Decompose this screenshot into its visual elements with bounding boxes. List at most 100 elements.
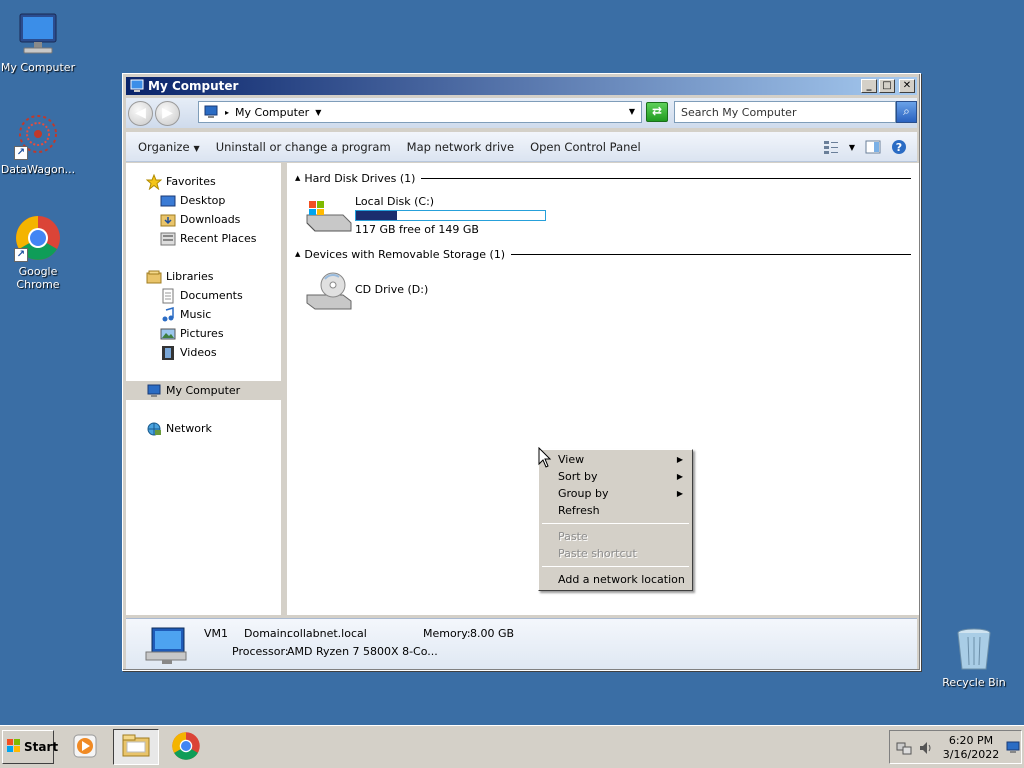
start-button[interactable]: Start xyxy=(2,730,58,764)
group-hard-disk-drives[interactable]: ▲ Hard Disk Drives (1) xyxy=(295,171,911,185)
media-player-icon xyxy=(71,732,99,763)
breadcrumb-my-computer[interactable]: My Computer xyxy=(235,106,309,119)
maximize-button[interactable]: □ xyxy=(879,79,895,93)
organize-button[interactable]: Organize ▼ xyxy=(138,140,200,154)
nav-recent-places[interactable]: Recent Places xyxy=(126,229,281,248)
map-network-drive-button[interactable]: Map network drive xyxy=(407,140,514,154)
collapse-icon[interactable]: ▲ xyxy=(295,174,300,182)
drive-name: Local Disk (C:) xyxy=(355,195,435,208)
volume-icon[interactable] xyxy=(918,740,934,759)
recent-places-icon xyxy=(160,231,176,247)
breadcrumb-chevron-icon[interactable]: ▼ xyxy=(315,108,321,117)
svg-text:?: ? xyxy=(896,141,902,154)
document-icon xyxy=(160,288,176,304)
address-bar[interactable]: ▸ My Computer ▼ ▼ xyxy=(198,101,642,123)
network-icon xyxy=(146,421,162,437)
nav-pictures[interactable]: Pictures xyxy=(126,324,281,343)
cd-drive-icon xyxy=(303,269,353,313)
help-icon[interactable]: ? xyxy=(891,139,907,155)
back-button[interactable]: ◀ xyxy=(128,100,153,126)
computer-name: VM1 xyxy=(204,627,229,640)
submenu-arrow-icon: ▶ xyxy=(676,472,683,481)
command-bar: Organize ▼ Uninstall or change a program … xyxy=(126,132,917,162)
libraries-icon xyxy=(146,269,162,285)
nav-libraries[interactable]: Libraries xyxy=(126,267,281,286)
view-dropdown-icon[interactable]: ▼ xyxy=(849,143,855,152)
drive-usage-bar xyxy=(355,210,546,221)
hard-drive-icon xyxy=(303,193,353,237)
nav-desktop[interactable]: Desktop xyxy=(126,191,281,210)
pictures-icon xyxy=(160,326,176,342)
refresh-button[interactable]: ⇄ xyxy=(646,102,668,122)
drive-usage-fill xyxy=(356,211,397,220)
domain-value: collabnet.local xyxy=(287,627,367,640)
open-control-panel-button[interactable]: Open Control Panel xyxy=(530,140,641,154)
desktop-icon-label: Google Chrome xyxy=(16,265,60,291)
search-input[interactable]: Search My Computer xyxy=(674,101,896,123)
menu-item-add-network-location[interactable]: Add a network location xyxy=(540,571,691,588)
nav-favorites[interactable]: Favorites xyxy=(126,172,281,191)
nav-downloads[interactable]: Downloads xyxy=(126,210,281,229)
desktop-icon-my-computer[interactable]: My Computer xyxy=(0,10,78,74)
address-dropdown-icon[interactable]: ▼ xyxy=(629,107,635,116)
drive-name: CD Drive (D:) xyxy=(355,283,429,296)
memory-value: 8.00 GB xyxy=(470,627,515,640)
mouse-cursor-icon xyxy=(538,446,552,472)
videos-icon xyxy=(160,345,176,361)
taskbar-media-player[interactable] xyxy=(62,729,108,765)
menu-item-group-by[interactable]: Group by ▶ xyxy=(540,485,691,502)
drive-local-disk-c[interactable]: Local Disk (C:) 117 GB free of 149 GB xyxy=(303,193,546,237)
forward-button[interactable]: ▶ xyxy=(155,100,180,126)
submenu-arrow-icon: ▶ xyxy=(676,489,683,498)
collapse-icon[interactable]: ▲ xyxy=(295,250,300,258)
computer-icon xyxy=(130,79,144,93)
context-menu: View ▶ Sort by ▶ Group by ▶ Refresh Paste P… xyxy=(538,449,693,591)
group-divider xyxy=(511,253,911,255)
recycle-bin-icon xyxy=(950,625,998,673)
desktop-icon-chrome[interactable]: ↗ Google Chrome xyxy=(0,214,78,291)
title-bar[interactable]: My Computer _ □ ✕ xyxy=(126,77,917,95)
nav-my-computer[interactable]: My Computer xyxy=(126,381,281,400)
taskbar-explorer[interactable] xyxy=(113,729,159,765)
desktop-icon xyxy=(160,193,176,209)
uninstall-program-button[interactable]: Uninstall or change a program xyxy=(216,140,391,154)
menu-separator xyxy=(542,566,689,567)
desktop-icon-recycle-bin[interactable]: Recycle Bin xyxy=(934,625,1014,689)
clock[interactable]: 6:20 PM 3/16/2022 xyxy=(938,734,1004,762)
desktop-icon-datawagon[interactable]: ↗ DataWagon... xyxy=(0,112,78,176)
processor-label: Processor: xyxy=(232,645,289,658)
chrome-icon xyxy=(171,731,201,764)
show-desktop-icon[interactable] xyxy=(1006,740,1020,757)
drive-free-space: 117 GB free of 149 GB xyxy=(355,223,479,236)
computer-icon xyxy=(144,626,190,666)
windows-logo-icon xyxy=(6,738,22,757)
minimize-button[interactable]: _ xyxy=(861,79,877,93)
breadcrumb-separator[interactable]: ▸ xyxy=(225,108,229,117)
taskbar-chrome[interactable] xyxy=(163,729,209,765)
nav-music[interactable]: Music xyxy=(126,305,281,324)
music-icon xyxy=(160,306,176,323)
drive-cd-d[interactable]: CD Drive (D:) xyxy=(303,269,428,313)
nav-network[interactable]: Network xyxy=(126,419,281,438)
group-removable-storage[interactable]: ▲ Devices with Removable Storage (1) xyxy=(295,247,911,261)
change-view-icon[interactable] xyxy=(823,139,839,155)
menu-item-view[interactable]: View ▶ xyxy=(540,451,691,468)
address-row: ◀ ▶ ▸ My Computer ▼ ▼ ⇄ Search My Comput… xyxy=(126,98,917,128)
menu-item-refresh[interactable]: Refresh xyxy=(540,502,691,519)
nav-documents[interactable]: Documents xyxy=(126,286,281,305)
memory-label: Memory: xyxy=(423,627,471,640)
taskbar: Start 6:20 PM 3/16/2022 xyxy=(0,725,1024,768)
clock-time: 6:20 PM xyxy=(948,734,994,747)
details-pane: VM1 Domain: collabnet.local Memory: 8.00… xyxy=(126,618,917,669)
search-icon[interactable]: ⌕ xyxy=(896,101,917,123)
explorer-window: My Computer _ □ ✕ ◀ ▶ ▸ My Computer ▼ ▼ … xyxy=(122,73,921,671)
submenu-arrow-icon: ▶ xyxy=(676,455,683,464)
downloads-folder-icon xyxy=(160,212,176,228)
preview-pane-icon[interactable] xyxy=(865,139,881,155)
chrome-icon: ↗ xyxy=(14,214,62,262)
network-tray-icon[interactable] xyxy=(896,740,912,759)
star-icon xyxy=(145,173,163,190)
nav-videos[interactable]: Videos xyxy=(126,343,281,362)
menu-item-sort-by[interactable]: Sort by ▶ xyxy=(540,468,691,485)
close-button[interactable]: ✕ xyxy=(899,79,915,93)
